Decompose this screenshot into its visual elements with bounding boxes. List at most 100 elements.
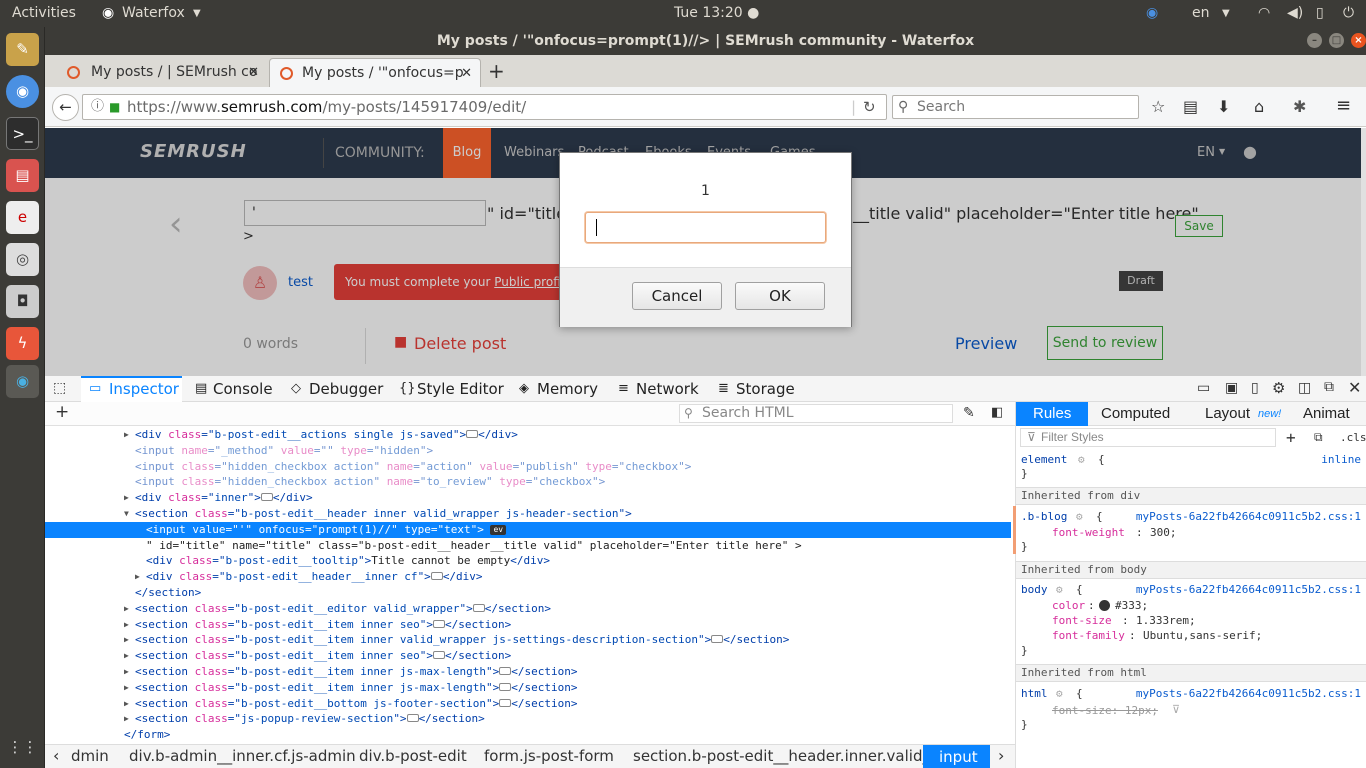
tab-inspector[interactable]: ▭ Inspector xyxy=(81,376,182,402)
close-devtools-icon[interactable]: ✕ xyxy=(1348,378,1361,397)
activities-button[interactable]: Activities xyxy=(12,5,76,21)
expand-arrow-icon[interactable]: ▶ xyxy=(124,490,129,505)
markup-node[interactable]: </section> xyxy=(135,585,201,601)
clock[interactable]: Tue 13:20 ● xyxy=(674,5,759,21)
markup-node[interactable]: <input class="hidden_checkbox action" na… xyxy=(135,459,691,475)
breadcrumb-item[interactable]: div.b-admin__inner.cf.js-admin xyxy=(129,747,356,765)
document-viewer-icon[interactable]: e xyxy=(6,201,39,234)
bookmark-star-icon[interactable]: ☆ xyxy=(1151,97,1165,116)
tab-memory[interactable]: ◈ Memory xyxy=(517,376,598,402)
speaker-icon[interactable]: ◎ xyxy=(6,243,39,276)
close-tab-icon[interactable]: ✕ xyxy=(248,58,259,87)
files-icon[interactable]: ▤ xyxy=(6,159,39,192)
cancel-button[interactable]: Cancel xyxy=(632,282,722,310)
rule-source[interactable]: inline xyxy=(1321,453,1361,467)
rule-selector[interactable]: .b-blog xyxy=(1021,510,1067,524)
minimize-icon[interactable]: – xyxy=(1307,33,1322,48)
markup-node[interactable]: ▶ <section class="b-post-edit__item inner… xyxy=(124,648,511,664)
download-icon[interactable]: ⬇ xyxy=(1217,97,1230,116)
search-html-input[interactable]: ⚲ Search HTML xyxy=(679,404,953,423)
battery-icon[interactable]: ▯ xyxy=(1316,5,1324,21)
expand-arrow-icon[interactable]: ▶ xyxy=(124,664,129,679)
tab-debugger[interactable]: ◇ Debugger xyxy=(289,376,383,402)
expand-arrow-icon[interactable]: ▶ xyxy=(124,711,129,726)
url-bar[interactable]: ⓘ ■ https://www.semrush.com/my-posts/145… xyxy=(82,94,887,120)
collapsed-children-icon[interactable] xyxy=(472,603,485,612)
css-property[interactable]: color xyxy=(1052,599,1085,613)
add-rule-icon[interactable]: + xyxy=(1286,428,1296,447)
filter-styles-input[interactable]: ⊽ Filter Styles xyxy=(1020,428,1276,447)
expand-arrow-icon[interactable]: ▶ xyxy=(124,632,129,647)
css-property[interactable]: font-size xyxy=(1052,614,1112,628)
collapse-arrow-icon[interactable]: ▼ xyxy=(124,506,129,521)
markup-node[interactable]: ▶ <section class="b-post-edit__item inner… xyxy=(124,664,578,680)
collapsed-children-icon[interactable] xyxy=(406,714,419,723)
markup-node[interactable]: ▶ <section class="js-popup-review-section… xyxy=(124,711,485,727)
undock-icon[interactable]: ⧉ xyxy=(1324,379,1334,395)
rule-source[interactable]: myPosts-6a22fb42664c0911c5b2.css:1 xyxy=(1136,687,1361,701)
power-icon[interactable]: ⏻ xyxy=(1343,5,1354,21)
markup-node[interactable]: " id="title" name="title" class="b-post-… xyxy=(146,538,802,554)
rule-selector[interactable]: body xyxy=(1021,583,1048,597)
dock-icon[interactable]: ▭ xyxy=(1197,380,1210,396)
rule-selector[interactable]: element xyxy=(1021,453,1067,467)
text-editor-icon[interactable]: ✎ xyxy=(6,33,39,66)
burp-icon[interactable]: ϟ xyxy=(6,327,39,360)
breadcrumb-scroll-left-icon[interactable]: ‹ xyxy=(53,746,59,765)
ok-button[interactable]: OK xyxy=(735,282,825,310)
chrome-tray-icon[interactable]: ◉ xyxy=(1146,5,1158,21)
css-property[interactable]: font-weight xyxy=(1052,526,1125,540)
tab-style-editor[interactable]: {} Style Editor xyxy=(397,376,504,402)
home-icon[interactable]: ⌂ xyxy=(1254,97,1264,116)
prompt-input[interactable] xyxy=(585,212,826,243)
maximize-icon[interactable]: □ xyxy=(1329,33,1344,48)
markup-node[interactable]: ▶ <div class="b-post-edit__header__inner … xyxy=(135,569,483,585)
foxyproxy-icon[interactable]: ✱ xyxy=(1293,97,1306,116)
collapsed-children-icon[interactable] xyxy=(433,619,446,628)
event-badge[interactable]: ev xyxy=(490,524,507,535)
toggle-pseudo-icon[interactable]: ⧉ xyxy=(1314,430,1323,445)
collapsed-children-icon[interactable] xyxy=(466,430,479,438)
camera-icon[interactable]: ◘ xyxy=(6,285,39,318)
back-icon[interactable]: ← xyxy=(52,94,79,121)
collapsed-children-icon[interactable] xyxy=(499,698,512,707)
add-node-icon[interactable]: + xyxy=(55,402,69,422)
markup-node-selected[interactable]: <input value="'" onfocus="prompt(1)//" t… xyxy=(45,521,1011,538)
rule-selector[interactable]: html xyxy=(1021,687,1048,701)
hamburger-menu-icon[interactable]: ≡ xyxy=(1336,95,1351,116)
volume-icon[interactable]: ◀) xyxy=(1287,5,1303,21)
tab-my-posts-2[interactable]: My posts / '"onfocus=p ✕ xyxy=(269,58,481,87)
collapsed-children-icon[interactable] xyxy=(711,635,724,644)
tab-layout[interactable]: Layout xyxy=(1205,402,1250,426)
reload-icon[interactable]: ↻ xyxy=(863,95,876,119)
color-swatch[interactable] xyxy=(1099,600,1110,611)
wifi-icon[interactable]: ◠ xyxy=(1258,5,1270,21)
breadcrumb-item-selected[interactable]: input xyxy=(923,745,990,768)
expand-arrow-icon[interactable]: ▶ xyxy=(124,601,129,616)
collapsed-children-icon[interactable] xyxy=(499,667,512,675)
expand-arrow-icon[interactable]: ▶ xyxy=(135,569,140,584)
breadcrumb-item[interactable]: form.js-post-form xyxy=(484,747,614,765)
page-scrollbar[interactable] xyxy=(1361,128,1366,376)
breadcrumb-item[interactable]: section.b-post-edit__header.inner.valid_… xyxy=(633,747,944,765)
rule-source[interactable]: myPosts-6a22fb42664c0911c5b2.css:1 xyxy=(1136,510,1361,524)
expand-arrow-icon[interactable]: ▶ xyxy=(124,696,129,711)
markup-node[interactable]: ▶ <section class="b-post-edit__item inner… xyxy=(124,680,578,696)
css-value[interactable]: 300; xyxy=(1150,526,1177,540)
markup-node[interactable]: ▼ <section class="b-post-edit__header inn… xyxy=(124,506,632,522)
markup-node[interactable]: ▶ <section class="b-post-edit__bottom js-… xyxy=(124,696,578,712)
tab-storage[interactable]: ≣ Storage xyxy=(716,376,795,402)
markup-node[interactable]: ▶ <div class="inner"> </div> xyxy=(124,490,313,506)
language-indicator[interactable]: en xyxy=(1192,5,1210,21)
expand-arrow-icon[interactable]: ▶ xyxy=(124,617,129,632)
waterfox-launcher-icon[interactable]: ◉ xyxy=(6,365,39,398)
markup-node[interactable]: ▶ <section class="b-post-edit__editor val… xyxy=(124,601,551,617)
search-field[interactable]: ⚲ Search xyxy=(892,95,1139,119)
collapsed-children-icon[interactable] xyxy=(433,651,446,660)
cls-toggle[interactable]: .cls xyxy=(1340,431,1366,444)
markup-node[interactable]: ▶ <div class="b-post-edit__actions single… xyxy=(124,427,518,443)
css-value[interactable]: #333; xyxy=(1115,599,1148,613)
expand-arrow-icon[interactable]: ▶ xyxy=(124,648,129,663)
collapsed-children-icon[interactable] xyxy=(260,493,273,502)
responsive-icon[interactable]: ▯ xyxy=(1251,380,1259,396)
